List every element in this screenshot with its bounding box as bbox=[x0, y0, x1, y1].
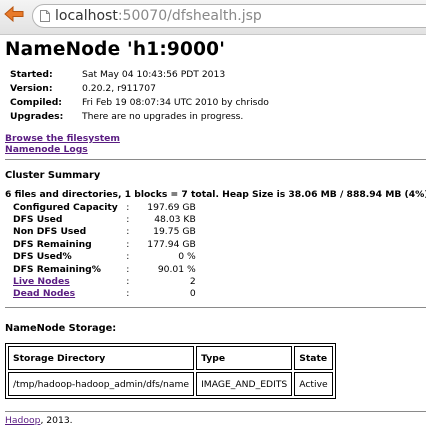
info-row: Compiled: Fri Feb 19 08:07:34 UTC 2010 b… bbox=[10, 97, 269, 111]
column-header: Storage Directory bbox=[8, 346, 195, 371]
summary-line: 6 files and directories, 1 blocks = 7 to… bbox=[5, 189, 426, 200]
info-key: Compiled: bbox=[10, 97, 62, 108]
url-host: localhost bbox=[55, 8, 118, 24]
stats-row: DFS Used% : 0 % bbox=[13, 251, 196, 263]
stat-label: DFS Remaining bbox=[13, 238, 92, 250]
stat-label: Dead Nodes bbox=[13, 288, 118, 300]
stat-value: 19.75 GB bbox=[153, 226, 196, 238]
dead-nodes-link[interactable]: Dead Nodes bbox=[13, 288, 75, 299]
info-table: Started: Sat May 04 10:43:56 PDT 2013 Ve… bbox=[10, 69, 269, 125]
live-nodes-value: 2 bbox=[189, 276, 196, 288]
stat-colon: : bbox=[126, 214, 130, 226]
page-content: NameNode 'h1:9000' Started: Sat May 04 1… bbox=[5, 34, 426, 426]
namenode-storage-heading: NameNode Storage: bbox=[5, 323, 117, 335]
footer-text: , 2013. bbox=[40, 415, 73, 426]
stat-label: Non DFS Used bbox=[13, 226, 87, 238]
stats-row: Non DFS Used : 19.75 GB bbox=[13, 226, 196, 238]
address-bar[interactable]: localhost:50070/dfshealth.jsp bbox=[32, 4, 426, 28]
stat-label: DFS Used% bbox=[13, 251, 72, 263]
info-key: Version: bbox=[10, 83, 53, 94]
divider bbox=[5, 307, 426, 309]
info-row: Started: Sat May 04 10:43:56 PDT 2013 bbox=[10, 69, 269, 83]
cluster-summary-heading: Cluster Summary bbox=[5, 170, 101, 181]
stat-value: 90.01 % bbox=[157, 263, 196, 275]
stats-row: DFS Used : 48.03 KB bbox=[13, 213, 196, 225]
page-icon bbox=[40, 10, 50, 22]
stat-colon: : bbox=[126, 263, 130, 275]
cluster-stats-table: Configured Capacity : 197.69 GB DFS Used… bbox=[13, 201, 196, 300]
nav-links: Browse the filesystem Namenode Logs bbox=[5, 133, 421, 155]
info-key: Upgrades: bbox=[10, 111, 64, 122]
info-key: Started: bbox=[10, 69, 53, 80]
stat-colon: : bbox=[126, 251, 130, 263]
info-value: 0.20.2, r911707 bbox=[82, 83, 156, 94]
info-value: Fri Feb 19 08:07:34 UTC 2010 by chrisdo bbox=[82, 97, 269, 108]
stat-colon: : bbox=[126, 276, 130, 288]
stats-row: Live Nodes : 2 bbox=[13, 275, 196, 287]
namenode-logs-link[interactable]: Namenode Logs bbox=[5, 144, 421, 155]
stat-value: 177.94 GB bbox=[147, 238, 196, 250]
browse-filesystem-link[interactable]: Browse the filesystem bbox=[5, 133, 421, 144]
info-row: Upgrades: There are no upgrades in progr… bbox=[10, 111, 269, 125]
dead-nodes-value: 0 bbox=[189, 288, 196, 300]
stat-value: 0 % bbox=[178, 251, 196, 263]
storage-header-row: Storage Directory Type State bbox=[8, 346, 333, 371]
stat-label: Live Nodes bbox=[13, 275, 118, 287]
footer: Hadoop, 2013. bbox=[5, 415, 421, 426]
url-path: :50070/dfshealth.jsp bbox=[117, 8, 262, 24]
stat-colon: : bbox=[126, 288, 130, 300]
stat-value: 197.69 GB bbox=[147, 201, 196, 213]
stats-row: DFS Remaining : 177.94 GB bbox=[13, 238, 196, 250]
back-arrow-icon bbox=[4, 5, 24, 26]
column-header: Type bbox=[196, 346, 293, 371]
storage-state-cell: Active bbox=[294, 372, 333, 397]
page-title: NameNode 'h1:9000' bbox=[5, 39, 226, 60]
stat-label: DFS Remaining% bbox=[13, 263, 101, 275]
stat-label: Configured Capacity bbox=[13, 201, 118, 213]
stats-row: Dead Nodes : 0 bbox=[13, 288, 196, 300]
stat-colon: : bbox=[126, 226, 130, 238]
stat-colon: : bbox=[126, 201, 130, 213]
info-row: Version: 0.20.2, r911707 bbox=[10, 83, 269, 97]
live-nodes-link[interactable]: Live Nodes bbox=[13, 276, 70, 287]
browser-toolbar: localhost:50070/dfshealth.jsp bbox=[0, 0, 426, 35]
stat-colon: : bbox=[126, 238, 130, 250]
stat-label: DFS Used bbox=[13, 214, 63, 226]
back-button[interactable] bbox=[3, 5, 25, 27]
table-row: /tmp/hadoop-hadoop_admin/dfs/name IMAGE_… bbox=[8, 372, 333, 397]
column-header: State bbox=[294, 346, 333, 371]
storage-table: Storage Directory Type State /tmp/hadoop… bbox=[5, 343, 336, 400]
divider bbox=[5, 159, 426, 160]
hadoop-link[interactable]: Hadoop bbox=[5, 415, 40, 426]
info-value: Sat May 04 10:43:56 PDT 2013 bbox=[82, 69, 226, 80]
divider bbox=[5, 411, 426, 413]
storage-directory-cell: /tmp/hadoop-hadoop_admin/dfs/name bbox=[8, 372, 195, 397]
info-value: There are no upgrades in progress. bbox=[82, 111, 244, 122]
stats-row: Configured Capacity : 197.69 GB bbox=[13, 201, 196, 213]
stats-row: DFS Remaining% : 90.01 % bbox=[13, 263, 196, 275]
storage-type-cell: IMAGE_AND_EDITS bbox=[196, 372, 293, 397]
stat-value: 48.03 KB bbox=[154, 214, 196, 226]
